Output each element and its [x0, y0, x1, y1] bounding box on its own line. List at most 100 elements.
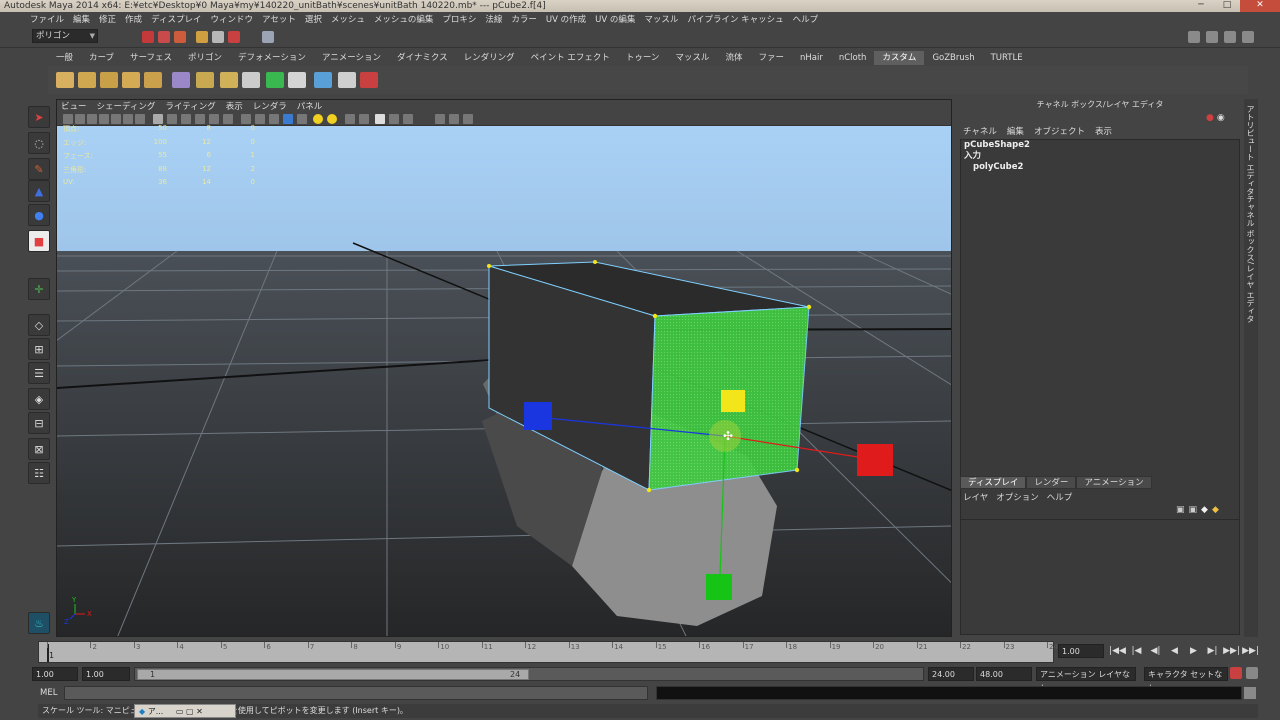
layer-options-icon[interactable]: ◆	[1201, 505, 1208, 515]
shelf-tab-rendering[interactable]: レンダリング	[456, 51, 523, 65]
select-lock-icon[interactable]	[228, 31, 240, 43]
shelf-tab-turtle[interactable]: TURTLE	[983, 51, 1031, 65]
grid-icon[interactable]	[153, 114, 163, 124]
scale-z-handle[interactable]	[524, 402, 552, 430]
paint-select-tool-icon[interactable]: ✎	[28, 158, 50, 180]
shelf-tab-fur[interactable]: ファー	[750, 51, 792, 65]
menu-edit-uvs[interactable]: UV の編集	[595, 13, 635, 25]
graph-layout-icon[interactable]: ◈	[28, 388, 50, 410]
layer-tab-display[interactable]: ディスプレイ	[960, 476, 1027, 489]
shelf-tool-icon[interactable]	[78, 72, 96, 88]
component-icon[interactable]	[435, 114, 445, 124]
menu-assets[interactable]: アセット	[262, 13, 296, 25]
channel-box-menu-edit[interactable]: 編集	[1007, 125, 1024, 137]
menu-modify[interactable]: 修正	[99, 13, 116, 25]
shelf-tool-icon[interactable]	[196, 72, 214, 88]
minimize-button[interactable]: ─	[1188, 0, 1214, 12]
scale-tool-icon[interactable]: ■	[28, 230, 50, 252]
step-back-frame-button[interactable]: ◀|	[1146, 644, 1165, 658]
go-to-start-button[interactable]: |◀◀	[1108, 644, 1127, 658]
viewport-menu-show[interactable]: 表示	[226, 100, 243, 112]
minimized-window[interactable]: ◆ ア... ▭ ▢ ✕	[134, 704, 236, 718]
shelf-tab-paint-effects[interactable]: ペイント エフェクト	[523, 51, 618, 65]
shelf-tool-icon[interactable]	[100, 72, 118, 88]
menu-set-dropdown[interactable]: ポリゴン ▼	[32, 29, 98, 43]
shelf-tool-icon[interactable]	[56, 72, 74, 88]
textured-icon[interactable]	[283, 114, 293, 124]
xray-icon[interactable]	[297, 114, 307, 124]
start-range-field[interactable]: 1.00	[82, 667, 130, 681]
step-back-key-button[interactable]: |◀	[1127, 644, 1146, 658]
shelf-tool-icon[interactable]	[144, 72, 162, 88]
shelf-tab-surfaces[interactable]: サーフェス	[122, 51, 180, 65]
shelf-tool-icon[interactable]	[220, 72, 238, 88]
move-tool-icon[interactable]: ▲	[28, 180, 50, 202]
select-tool-icon[interactable]: ➤	[28, 106, 50, 128]
current-frame-field[interactable]: 1.00	[1058, 644, 1104, 658]
step-forward-key-button[interactable]: ▶▶|	[1222, 644, 1241, 658]
viewport-menu-renderer[interactable]: レンダラ	[253, 100, 287, 112]
menu-edit-mesh[interactable]: メッシュの編集	[374, 13, 434, 25]
shadows-icon[interactable]	[327, 114, 337, 124]
panel-toggle-icon[interactable]	[1224, 31, 1236, 43]
hypershade-layout-icon[interactable]: ⊟	[28, 412, 50, 434]
perspective-viewport[interactable]: ビュー シェーディング ライティング 表示 レンダラ パネル ✣ Y X Z 頂…	[56, 99, 952, 637]
shelf-tool-icon[interactable]	[288, 72, 306, 88]
go-to-end-button[interactable]: ▶▶|	[1241, 644, 1260, 658]
shelf-tab-dynamics[interactable]: ダイナミクス	[389, 51, 456, 65]
menu-create-uvs[interactable]: UV の作成	[546, 13, 586, 25]
shelf-tool-icon[interactable]	[314, 72, 332, 88]
shelf-tab-general[interactable]: 一般	[48, 51, 81, 65]
menu-file[interactable]: ファイル	[30, 13, 64, 25]
range-slider[interactable]: 1 24	[134, 667, 924, 681]
shelf-tab-muscle[interactable]: マッスル	[667, 51, 717, 65]
play-backwards-button[interactable]: ◀	[1165, 644, 1184, 658]
select-by-hierarchy-icon[interactable]	[142, 31, 154, 43]
selection-mask-icon[interactable]	[196, 31, 208, 43]
film-gate-icon[interactable]	[111, 114, 121, 124]
layer-tab-render[interactable]: レンダー	[1026, 476, 1077, 489]
select-by-component-icon[interactable]	[174, 31, 186, 43]
maximize-button[interactable]: □	[1214, 0, 1240, 12]
attribute-editor-tab[interactable]: アトリビュート エディタ	[1245, 105, 1256, 196]
menu-mesh[interactable]: メッシュ	[331, 13, 365, 25]
channel-box-menu-show[interactable]: 表示	[1095, 125, 1112, 137]
input-node-label[interactable]: polyCube2	[961, 162, 1239, 173]
preferences-icon[interactable]	[1246, 667, 1258, 679]
scale-center-handle[interactable]	[721, 390, 745, 412]
shelf-tab-custom[interactable]: カスタム	[874, 51, 925, 65]
start-time-field[interactable]: 1.00	[32, 667, 78, 681]
shelf-tab-ncloth[interactable]: nCloth	[831, 51, 875, 65]
viewport-menu-view[interactable]: ビュー	[61, 100, 87, 112]
safe-title-icon[interactable]	[195, 114, 205, 124]
shelf-tool-icon[interactable]	[122, 72, 140, 88]
camera-attributes-icon[interactable]	[75, 114, 85, 124]
shelf-tool-icon[interactable]	[338, 72, 356, 88]
menu-proxy[interactable]: プロキシ	[442, 13, 476, 25]
command-language-label[interactable]: MEL	[40, 688, 57, 698]
select-by-object-type-icon[interactable]	[158, 31, 170, 43]
viewport-menu-shading[interactable]: シェーディング	[97, 100, 156, 112]
panel-toggle-icon[interactable]	[1206, 31, 1218, 43]
four-view-layout-icon[interactable]: ⊞	[28, 338, 50, 360]
range-slider-thumb[interactable]: 1 24	[137, 669, 529, 680]
mask-filter-icon[interactable]	[212, 31, 224, 43]
menu-display[interactable]: ディスプレイ	[151, 13, 201, 25]
window-buttons-icon[interactable]: ▭ ▢ ✕	[176, 707, 203, 716]
shelf-tab-gozbrush[interactable]: GoZBrush	[924, 51, 982, 65]
snap-icon[interactable]	[262, 31, 274, 43]
component-icon[interactable]	[449, 114, 459, 124]
menu-edit[interactable]: 編集	[73, 13, 90, 25]
image-plane-icon[interactable]	[99, 114, 109, 124]
layer-menu-help[interactable]: ヘルプ	[1047, 491, 1073, 503]
end-time-field[interactable]: 48.00	[976, 667, 1032, 681]
shelf-tool-icon[interactable]	[242, 72, 260, 88]
heads-up-icon[interactable]	[167, 114, 177, 124]
ambient-occlusion-icon[interactable]	[375, 114, 385, 124]
smooth-shade-icon[interactable]	[255, 114, 265, 124]
share-icon[interactable]	[463, 114, 473, 124]
settings-icon[interactable]: ◉	[1217, 113, 1225, 123]
viewport-menu-lighting[interactable]: ライティング	[165, 100, 215, 112]
overscan-icon[interactable]	[223, 114, 233, 124]
bookmark-icon[interactable]	[87, 114, 97, 124]
